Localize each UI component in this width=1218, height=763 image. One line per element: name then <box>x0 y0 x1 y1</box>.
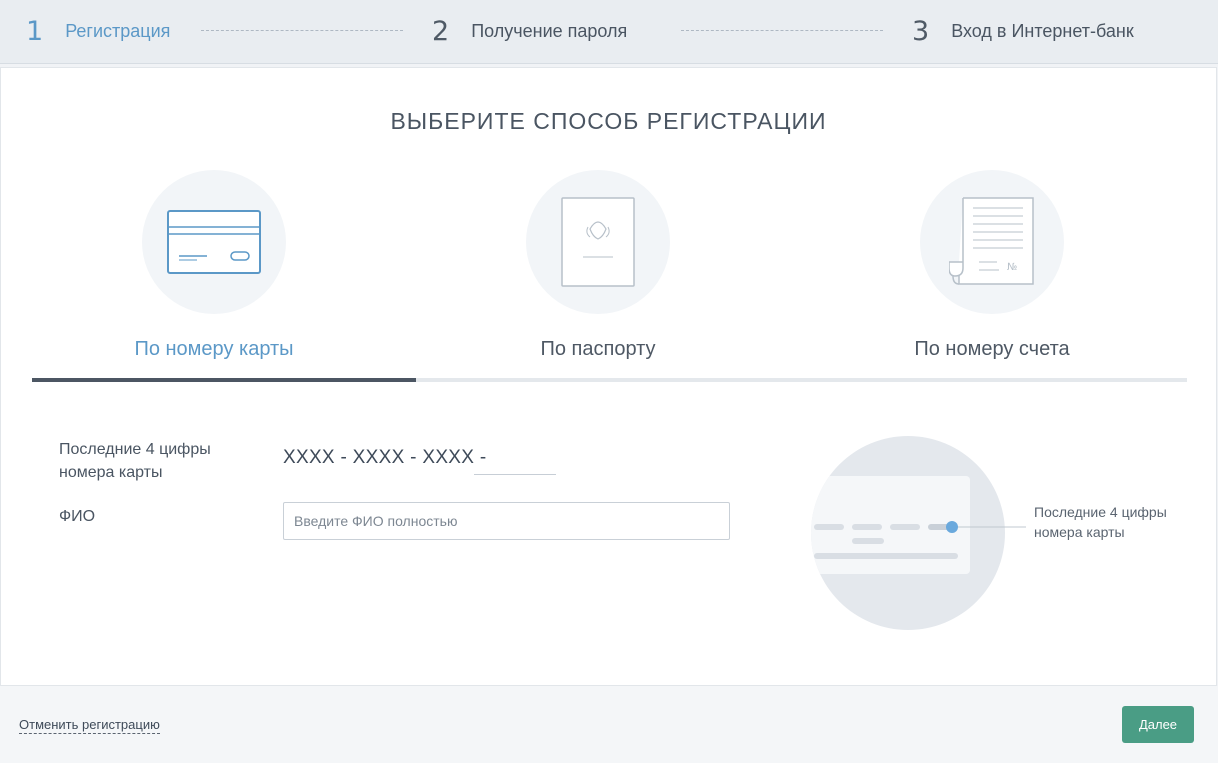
fio-input[interactable] <box>283 502 730 540</box>
method-label: По номеру карты <box>134 338 294 360</box>
cancel-registration-link[interactable]: Отменить регистрацию <box>19 717 160 734</box>
registration-steps: 1 Регистрация 2 Получение пароля 3 Вход … <box>0 0 1218 64</box>
step-registration: 1 Регистрация <box>26 0 170 62</box>
card-number-mask: XXXX - XXXX - XXXX - <box>283 447 487 468</box>
method-icon-circle: № <box>920 170 1064 314</box>
card-hint-text: Последние 4 цифры номера карты <box>1034 504 1167 540</box>
footer: Отменить регистрацию Далее <box>0 686 1218 763</box>
method-label: По паспорту <box>540 338 656 360</box>
method-tab-passport[interactable]: По паспорту <box>406 170 790 361</box>
step-internet-bank-login: 3 Вход в Интернет-банк <box>912 0 1134 62</box>
next-button[interactable]: Далее <box>1122 706 1194 743</box>
method-label: По номеру счета <box>914 338 1070 360</box>
step-get-password: 2 Получение пароля <box>432 0 627 62</box>
step-divider <box>201 30 403 31</box>
step-label: Вход в Интернет-банк <box>951 20 1134 41</box>
active-tab-indicator <box>32 378 416 382</box>
method-icon-circle <box>526 170 670 314</box>
passport-icon <box>561 197 635 287</box>
method-icon-circle <box>142 170 286 314</box>
step-number: 3 <box>912 15 930 47</box>
svg-text:№: № <box>1007 262 1017 273</box>
card-hint-illustration <box>811 436 1026 630</box>
step-label: Регистрация <box>65 20 171 41</box>
account-document-icon: № <box>949 197 1034 285</box>
page-title: ВЫБЕРИТЕ СПОСОБ РЕГИСТРАЦИИ <box>390 108 827 134</box>
card-last-digits-input[interactable] <box>474 449 556 475</box>
fio-label: ФИО <box>59 508 96 525</box>
credit-card-icon <box>167 210 261 274</box>
method-tab-card-number[interactable]: По номеру карты <box>22 170 406 361</box>
method-tab-account-number[interactable]: № По номеру счета <box>800 170 1184 361</box>
registration-card: ВЫБЕРИТЕ СПОСОБ РЕГИСТРАЦИИ По номеру ка… <box>0 67 1217 686</box>
step-divider <box>681 30 883 31</box>
step-number: 1 <box>26 15 44 47</box>
method-tabs-underline <box>32 378 1187 382</box>
card-digits-label: Последние 4 цифры номера карты <box>59 441 211 481</box>
step-label: Получение пароля <box>471 20 628 41</box>
step-number: 2 <box>432 15 450 47</box>
